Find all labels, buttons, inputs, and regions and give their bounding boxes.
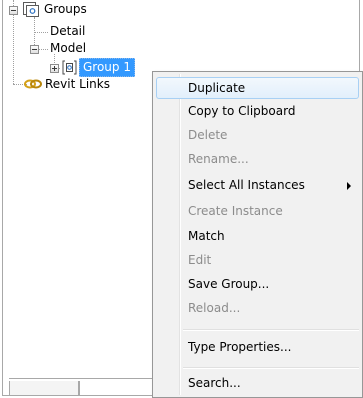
tree-node-group1[interactable]: Group 1 [79, 58, 135, 77]
menu-item-search[interactable]: Search... [156, 372, 359, 394]
collapse-groups-toggle[interactable] [9, 6, 18, 15]
menu-item-create-instance[interactable]: Create Instance [156, 200, 359, 222]
menu-item-reload[interactable]: Reload... [156, 297, 359, 319]
groups-icon [23, 2, 39, 17]
browser-tab[interactable] [9, 381, 79, 396]
expand-group1-toggle[interactable] [50, 64, 59, 73]
collapse-model-toggle[interactable] [30, 45, 39, 54]
submenu-arrow-icon [347, 182, 351, 190]
menu-item-select-all-instances[interactable]: Select All Instances [156, 174, 359, 196]
menu-separator [183, 329, 359, 331]
menu-item-match[interactable]: Match [156, 225, 359, 247]
tree-node-model[interactable]: Model [50, 40, 86, 56]
revit-links-icon [24, 79, 42, 89]
tree-node-detail[interactable]: Detail [50, 23, 85, 39]
menu-item-rename[interactable]: Rename... [156, 148, 359, 170]
menu-item-duplicate[interactable]: Duplicate [156, 77, 359, 99]
context-menu: Duplicate Copy to Clipboard Delete Renam… [152, 71, 363, 398]
model-group-icon [62, 60, 77, 75]
menu-item-copy-to-clipboard[interactable]: Copy to Clipboard [156, 100, 359, 122]
browser-tab[interactable] [79, 381, 159, 396]
tree-connector [34, 32, 48, 33]
tree-node-revit-links[interactable]: Revit Links [45, 76, 110, 92]
browser-tab-strip [9, 378, 159, 397]
menu-item-edit[interactable]: Edit [156, 249, 359, 271]
menu-item-label: Select All Instances [188, 178, 305, 192]
tree-node-groups[interactable]: Groups [44, 1, 87, 17]
menu-item-delete[interactable]: Delete [156, 124, 359, 146]
menu-separator [183, 367, 359, 369]
menu-item-type-properties[interactable]: Type Properties... [156, 336, 359, 358]
menu-item-save-group[interactable]: Save Group... [156, 273, 359, 295]
